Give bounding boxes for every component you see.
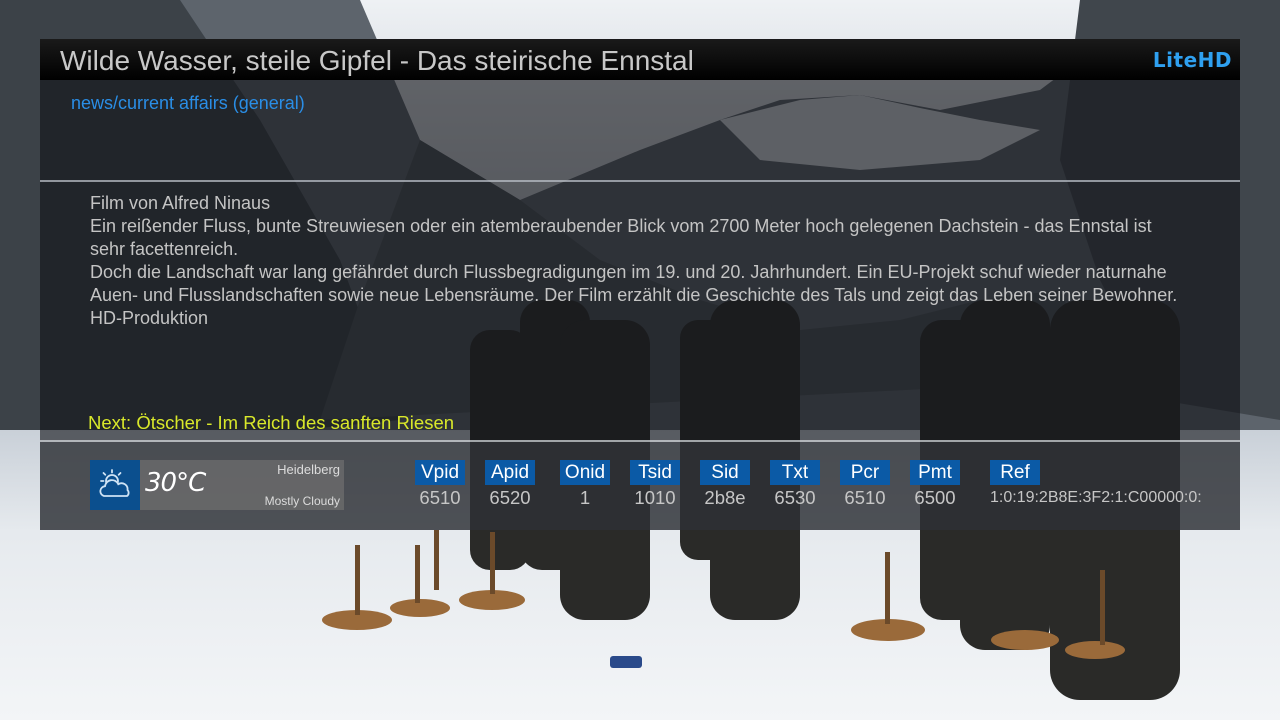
pid-value: 6520	[489, 487, 531, 508]
pid-onid: Onid 1	[560, 460, 610, 509]
pid-vpid: Vpid 6510	[415, 460, 465, 509]
pid-pcr: Pcr 6510	[840, 460, 890, 509]
service-reference: 1:0:19:2B8E:3F2:1:C00000:0:	[990, 489, 1202, 506]
weather-city: Heidelberg	[277, 462, 340, 477]
pid-value: 6510	[419, 487, 461, 508]
pid-label: Onid	[560, 460, 610, 485]
pid-label: Sid	[700, 460, 750, 485]
event-description: Film von Alfred Ninaus Ein reißender Flu…	[90, 192, 1190, 330]
pid-value: 1010	[634, 487, 676, 508]
pid-label: Ref	[990, 460, 1040, 485]
pid-value: 6510	[844, 487, 886, 508]
pid-label: Txt	[770, 460, 820, 485]
next-event: Next: Ötscher - Im Reich des sanften Rie…	[88, 412, 455, 433]
pid-pmt: Pmt 6500	[910, 460, 960, 509]
pid-label: Vpid	[415, 460, 465, 485]
weather-temperature: 30°C	[145, 468, 206, 498]
pid-label: Tsid	[630, 460, 680, 485]
epg-info-panel: Wilde Wasser, steile Gipfel - Das steiri…	[40, 39, 1240, 530]
skin-logo: LiteHD	[1152, 48, 1232, 72]
description-line: HD-Produktion	[90, 308, 209, 328]
description-line: Ein reißender Fluss, bunte Streuwiesen o…	[90, 216, 1152, 259]
pid-txt: Txt 6530	[770, 460, 820, 509]
pid-tsid: Tsid 1010	[630, 460, 680, 509]
pid-value: 1	[579, 487, 591, 508]
divider	[40, 180, 1240, 182]
description-line: Doch die Landschaft war lang gefährdet d…	[90, 262, 1178, 305]
pid-value: 2b8e	[704, 487, 746, 508]
pid-value: 6500	[914, 487, 956, 508]
weather-condition: Mostly Cloudy	[264, 494, 340, 508]
pid-sid: Sid 2b8e	[700, 460, 750, 509]
pid-value: 6530	[774, 487, 816, 508]
description-line: Film von Alfred Ninaus	[90, 193, 271, 213]
technical-footer: 30°C Heidelberg Mostly Cloudy Vpid 6510 …	[40, 442, 1240, 530]
pid-label: Pcr	[840, 460, 890, 485]
pid-apid: Apid 6520	[485, 460, 535, 509]
pid-ref: Ref 1:0:19:2B8E:3F2:1:C00000:0:	[990, 460, 1202, 507]
pid-label: Apid	[485, 460, 535, 485]
pid-label: Pmt	[910, 460, 960, 485]
event-title: Wilde Wasser, steile Gipfel - Das steiri…	[60, 45, 694, 76]
weather-widget: 30°C Heidelberg Mostly Cloudy	[90, 460, 344, 510]
partly-cloudy-icon	[90, 460, 140, 510]
title-bar: Wilde Wasser, steile Gipfel - Das steiri…	[40, 39, 1240, 80]
event-genre: news/current affairs (general)	[71, 93, 305, 113]
